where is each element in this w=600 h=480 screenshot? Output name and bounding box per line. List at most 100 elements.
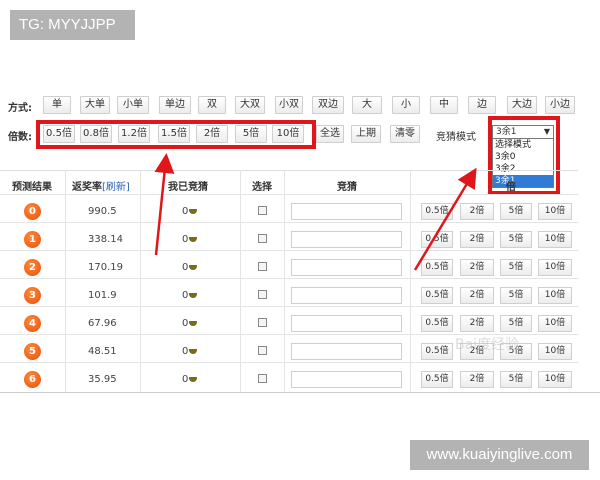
select-checkbox[interactable] (258, 346, 267, 355)
return-rate: 101.9 (88, 290, 117, 301)
row-multiplier-button[interactable]: 5倍 (500, 315, 532, 332)
mode-button[interactable]: 大双 (235, 96, 265, 114)
row-multiplier-button[interactable]: 10倍 (538, 203, 572, 220)
coin-icon (189, 320, 198, 326)
my-bet-amount: 0 (182, 318, 198, 329)
mode-button[interactable]: 大单 (80, 96, 110, 114)
bet-input[interactable] (291, 371, 402, 388)
row-multiplier-button[interactable]: 0.5倍 (421, 203, 453, 220)
row-multiplier-button[interactable]: 0.5倍 (421, 287, 453, 304)
coin-icon (189, 376, 198, 382)
row-multiplier-button[interactable]: 5倍 (500, 259, 532, 276)
return-rate: 48.51 (88, 346, 117, 357)
watermark-bottom: www.kuaiyinglive.com (410, 440, 589, 470)
result-number-ball: 2 (24, 259, 41, 276)
row-multiplier-button[interactable]: 10倍 (538, 343, 572, 360)
my-bet-amount: 0 (182, 206, 198, 217)
row-multiplier-button[interactable]: 0.5倍 (421, 231, 453, 248)
result-number-ball: 6 (24, 371, 41, 388)
previous-period-button[interactable]: 上期 (351, 125, 381, 143)
my-bet-amount: 0 (182, 234, 198, 245)
bet-input[interactable] (291, 231, 402, 248)
select-checkbox[interactable] (258, 206, 267, 215)
header-rate: 返奖率[刷新] (72, 178, 130, 193)
result-number-ball: 5 (24, 343, 41, 360)
return-rate: 67.96 (88, 318, 117, 329)
bet-mode-label: 竞猜模式 (436, 132, 476, 143)
my-bet-value: 0 (182, 206, 189, 217)
row-multiplier-button[interactable]: 0.5倍 (421, 371, 453, 388)
header-select: 选择 (252, 182, 272, 193)
my-bet-value: 0 (182, 234, 189, 245)
select-checkbox[interactable] (258, 234, 267, 243)
column-divider (240, 170, 241, 392)
row-multiplier-button[interactable]: 0.5倍 (421, 343, 453, 360)
row-multiplier-button[interactable]: 2倍 (460, 371, 494, 388)
result-number-ball: 0 (24, 203, 41, 220)
mode-button[interactable]: 单边 (159, 96, 191, 114)
mode-button[interactable]: 小 (392, 96, 420, 114)
row-multiplier-button[interactable]: 5倍 (500, 231, 532, 248)
bet-input[interactable] (291, 259, 402, 276)
coin-icon (189, 292, 198, 298)
select-checkbox[interactable] (258, 374, 267, 383)
my-bet-amount: 0 (182, 374, 198, 385)
mode-button[interactable]: 双边 (312, 96, 344, 114)
bet-input[interactable] (291, 203, 402, 220)
bet-input[interactable] (291, 343, 402, 360)
mode-button[interactable]: 中 (430, 96, 458, 114)
result-number-ball: 1 (24, 231, 41, 248)
row-multiplier-button[interactable]: 10倍 (538, 231, 572, 248)
mode-label: 方式: (8, 103, 32, 114)
my-bet-value: 0 (182, 346, 189, 357)
row-multiplier-button[interactable]: 0.5倍 (421, 259, 453, 276)
row-multiplier-button[interactable]: 5倍 (500, 371, 532, 388)
row-divider (0, 194, 578, 195)
header-rate-label: 返奖率 (72, 182, 102, 193)
my-bet-value: 0 (182, 374, 189, 385)
select-checkbox[interactable] (258, 290, 267, 299)
refresh-link[interactable]: [刷新] (102, 182, 130, 193)
header-my-bets: 我已竞猜 (168, 182, 208, 193)
my-bet-value: 0 (182, 262, 189, 273)
select-checkbox[interactable] (258, 262, 267, 271)
row-multiplier-button[interactable]: 0.5倍 (421, 315, 453, 332)
return-rate: 35.95 (88, 374, 117, 385)
my-bet-amount: 0 (182, 346, 198, 357)
result-number-ball: 4 (24, 315, 41, 332)
clear-button[interactable]: 清零 (390, 125, 420, 143)
row-multiplier-button[interactable]: 2倍 (460, 287, 494, 304)
table-bottom-border (0, 392, 600, 393)
row-divider (0, 306, 578, 307)
mode-button[interactable]: 双 (198, 96, 226, 114)
column-divider (65, 170, 66, 392)
row-multiplier-button[interactable]: 2倍 (460, 231, 494, 248)
row-multiplier-button[interactable]: 10倍 (538, 371, 572, 388)
row-multiplier-button[interactable]: 5倍 (500, 203, 532, 220)
baidu-watermark: Bai度经验 (455, 337, 520, 353)
my-bet-value: 0 (182, 290, 189, 301)
header-multiplier: 倍 (506, 182, 516, 193)
row-multiplier-button[interactable]: 10倍 (538, 315, 572, 332)
mode-button[interactable]: 小双 (275, 96, 303, 114)
row-multiplier-button[interactable]: 10倍 (538, 259, 572, 276)
select-checkbox[interactable] (258, 318, 267, 327)
mode-button[interactable]: 单 (43, 96, 71, 114)
header-bet: 竞猜 (337, 182, 357, 193)
bet-input[interactable] (291, 315, 402, 332)
return-rate: 990.5 (88, 206, 117, 217)
coin-icon (189, 236, 198, 242)
select-all-button[interactable]: 全选 (316, 125, 344, 143)
row-multiplier-button[interactable]: 2倍 (460, 259, 494, 276)
mode-button[interactable]: 大 (352, 96, 382, 114)
column-divider (284, 170, 285, 392)
row-multiplier-button[interactable]: 5倍 (500, 287, 532, 304)
mode-button[interactable]: 边 (468, 96, 496, 114)
row-multiplier-button[interactable]: 10倍 (538, 287, 572, 304)
mode-button[interactable]: 小边 (545, 96, 575, 114)
row-multiplier-button[interactable]: 2倍 (460, 315, 494, 332)
row-multiplier-button[interactable]: 2倍 (460, 203, 494, 220)
bet-input[interactable] (291, 287, 402, 304)
mode-button[interactable]: 小单 (117, 96, 149, 114)
mode-button[interactable]: 大边 (507, 96, 537, 114)
